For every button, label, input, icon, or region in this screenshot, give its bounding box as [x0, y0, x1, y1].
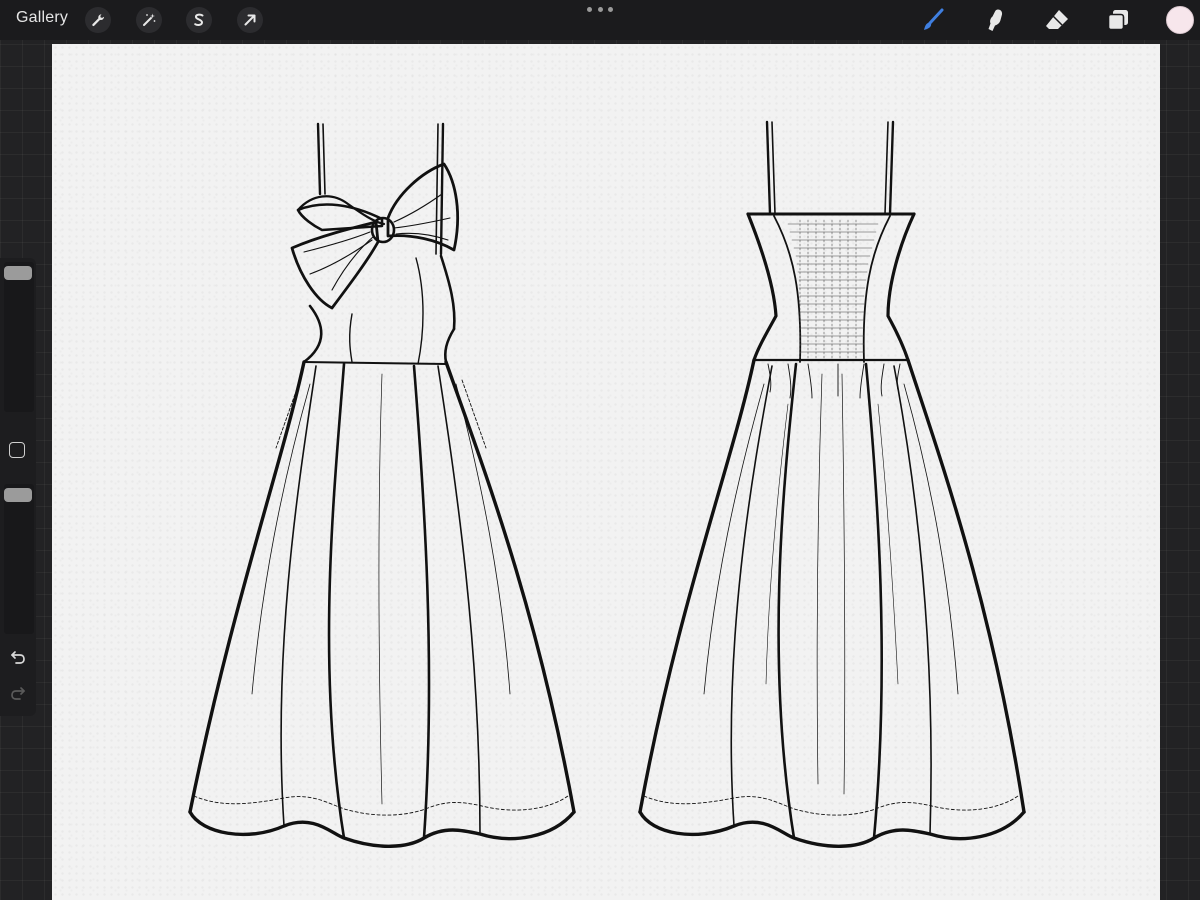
left-sidebar [0, 258, 36, 716]
opacity-slider[interactable] [4, 484, 34, 634]
smudge-tool-button[interactable] [980, 5, 1010, 35]
opacity-handle[interactable] [4, 488, 32, 502]
top-toolbar: Gallery [0, 0, 1200, 40]
eraser-tool-button[interactable] [1042, 5, 1072, 35]
brush-icon [924, 8, 944, 30]
fashion-flat-sketch [188, 120, 1026, 848]
redo-arrow-icon[interactable] [8, 684, 28, 704]
gallery-button[interactable]: Gallery [16, 9, 68, 27]
color-picker-swatch[interactable] [1166, 6, 1194, 34]
transform-button[interactable] [237, 7, 263, 33]
drawing-canvas[interactable] [52, 44, 1160, 900]
dress-back [638, 120, 1026, 848]
layers-icon [1107, 10, 1128, 31]
wrench-icon [92, 14, 105, 27]
dress-front [188, 122, 576, 848]
brush-tool-button[interactable] [918, 5, 948, 35]
actions-button[interactable] [85, 7, 111, 33]
eraser-icon [1046, 10, 1068, 29]
selection-button[interactable] [186, 7, 212, 33]
smudge-finger-icon [988, 9, 1003, 31]
adjustments-button[interactable] [136, 7, 162, 33]
undo-arrow-icon[interactable] [8, 648, 28, 668]
arrow-cursor-icon [244, 14, 256, 26]
layers-button[interactable] [1103, 5, 1133, 35]
selection-s-icon [194, 13, 204, 26]
magic-wand-icon [143, 13, 156, 26]
brush-size-handle[interactable] [4, 266, 32, 280]
ellipsis-icon[interactable] [587, 4, 613, 14]
modify-button[interactable] [9, 442, 25, 458]
brush-size-slider[interactable] [4, 262, 34, 412]
